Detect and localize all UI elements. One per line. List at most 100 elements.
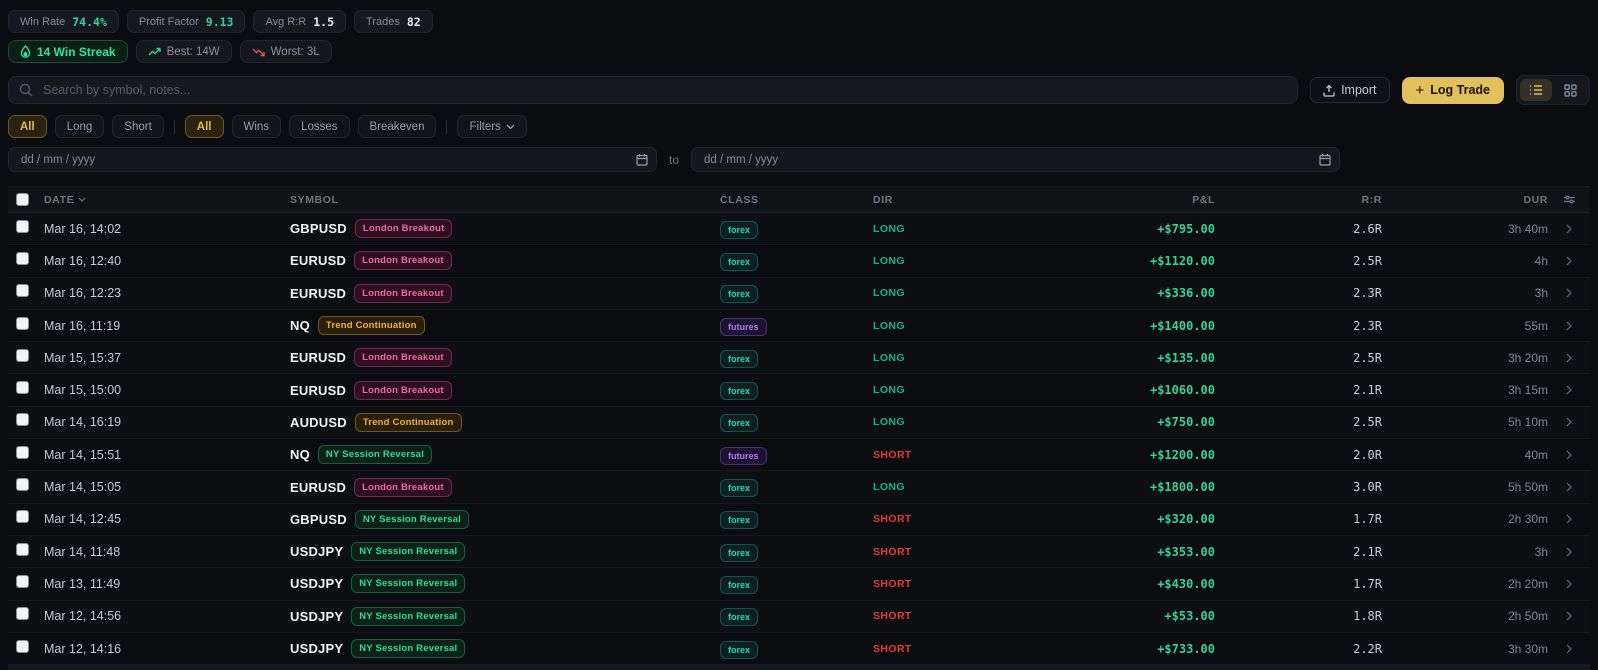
chevron-right-icon bbox=[1566, 353, 1572, 363]
trade-row[interactable]: Mar 14, 15:05 EURUSD London Breakout for… bbox=[8, 471, 1590, 503]
filter-outcome-wins[interactable]: Wins bbox=[232, 115, 282, 138]
stat-label: Profit Factor bbox=[139, 16, 199, 28]
filter-pill-label: Short bbox=[124, 121, 152, 133]
stat-chip: Profit Factor 9.13 bbox=[127, 10, 246, 33]
column-header-date[interactable]: DATE bbox=[44, 194, 290, 206]
import-button[interactable]: Import bbox=[1310, 77, 1389, 103]
row-checkbox[interactable] bbox=[16, 543, 29, 556]
log-trade-label: Log Trade bbox=[1430, 83, 1490, 97]
row-checkbox[interactable] bbox=[16, 575, 29, 588]
filter-pill-label: Long bbox=[67, 121, 93, 133]
row-checkbox[interactable] bbox=[16, 510, 29, 523]
trade-row[interactable]: Mar 14, 12:45 GBPUSD NY Session Reversal… bbox=[8, 504, 1590, 536]
trade-row[interactable]: Mar 16, 11:19 NQ Trend Continuation futu… bbox=[8, 310, 1590, 342]
asset-class-badge: forex bbox=[720, 414, 758, 432]
trade-pnl: +$750.00 bbox=[995, 415, 1215, 429]
filter-direction-all[interactable]: All bbox=[8, 115, 47, 138]
trade-direction: SHORT bbox=[873, 643, 995, 655]
asset-class-badge: forex bbox=[720, 641, 758, 659]
stat-label: Win Rate bbox=[20, 16, 65, 28]
row-checkbox[interactable] bbox=[16, 640, 29, 653]
trade-date: Mar 16, 11:19 bbox=[44, 319, 290, 333]
trade-rr: 2.6R bbox=[1215, 222, 1382, 236]
row-checkbox[interactable] bbox=[16, 349, 29, 362]
chevron-down-icon bbox=[506, 124, 515, 130]
column-header-class[interactable]: CLASS bbox=[720, 194, 873, 206]
sliders-icon[interactable] bbox=[1563, 194, 1576, 205]
trade-row[interactable]: Mar 15, 15:37 EURUSD London Breakout for… bbox=[8, 342, 1590, 374]
column-header-dur[interactable]: DUR bbox=[1382, 194, 1548, 206]
filters-row: All Long Short All Wins Losses Breakeven… bbox=[8, 115, 1590, 138]
trade-row[interactable]: Mar 16, 12:40 EURUSD London Breakout for… bbox=[8, 245, 1590, 277]
row-checkbox[interactable] bbox=[16, 284, 29, 297]
trade-row[interactable]: Mar 16, 14:02 GBPUSD London Breakout for… bbox=[8, 213, 1590, 245]
trade-row[interactable]: Mar 14, 11:48 USDJPY NY Session Reversal… bbox=[8, 536, 1590, 568]
date-to-input[interactable] bbox=[691, 147, 1340, 172]
list-icon bbox=[1529, 84, 1543, 96]
filter-outcome-all[interactable]: All bbox=[185, 115, 224, 138]
import-label: Import bbox=[1341, 83, 1376, 97]
chevron-right-icon bbox=[1566, 644, 1572, 654]
row-checkbox[interactable] bbox=[16, 413, 29, 426]
table-header: DATE SYMBOL CLASS DIR P&L R:R DUR bbox=[8, 186, 1590, 213]
trade-symbol: NQ bbox=[290, 447, 310, 462]
trade-symbol: GBPUSD bbox=[290, 221, 347, 236]
calendar-icon[interactable] bbox=[1319, 153, 1331, 171]
streak-chip: Worst: 3L bbox=[240, 40, 332, 63]
filter-outcome-losses[interactable]: Losses bbox=[289, 115, 349, 138]
select-all-cell bbox=[8, 193, 44, 206]
trade-rr: 2.5R bbox=[1215, 254, 1382, 268]
filters-dropdown-button[interactable]: Filters bbox=[457, 115, 526, 138]
filter-outcome-breakeven[interactable]: Breakeven bbox=[358, 115, 437, 138]
trade-row[interactable]: Mar 12, 14:56 USDJPY NY Session Reversal… bbox=[8, 601, 1590, 633]
trade-direction: LONG bbox=[873, 384, 995, 396]
column-header-symbol[interactable]: SYMBOL bbox=[290, 194, 720, 206]
trade-row[interactable]: Mar 16, 12:23 EURUSD London Breakout for… bbox=[8, 278, 1590, 310]
trade-rr: 1.8R bbox=[1215, 609, 1382, 623]
trade-row[interactable]: Mar 13, 11:49 USDJPY NY Session Reversal… bbox=[8, 568, 1590, 600]
date-to-wrap bbox=[691, 147, 1340, 172]
column-header-dir[interactable]: DIR bbox=[873, 194, 995, 206]
trade-row[interactable]: Mar 15, 15:00 EURUSD London Breakout for… bbox=[8, 374, 1590, 406]
select-all-checkbox[interactable] bbox=[16, 193, 29, 206]
trade-row[interactable]: Mar 14, 15:51 NQ NY Session Reversal fut… bbox=[8, 439, 1590, 471]
filter-separator bbox=[174, 120, 175, 134]
trend-down-icon bbox=[252, 47, 265, 57]
search-input[interactable] bbox=[8, 76, 1298, 104]
row-checkbox[interactable] bbox=[16, 381, 29, 394]
column-header-pnl[interactable]: P&L bbox=[995, 194, 1215, 206]
log-trade-button[interactable]: + Log Trade bbox=[1402, 77, 1505, 104]
trade-date: Mar 15, 15:00 bbox=[44, 383, 290, 397]
filter-direction-short[interactable]: Short bbox=[112, 115, 164, 138]
row-checkbox[interactable] bbox=[16, 252, 29, 265]
trade-pnl: +$135.00 bbox=[995, 351, 1215, 365]
chevron-right-icon bbox=[1566, 321, 1572, 331]
trade-rr: 1.7R bbox=[1215, 577, 1382, 591]
filter-direction-long[interactable]: Long bbox=[55, 115, 105, 138]
trade-duration: 3h 15m bbox=[1382, 383, 1548, 397]
calendar-icon[interactable] bbox=[636, 153, 648, 171]
date-from-input[interactable] bbox=[8, 147, 657, 172]
grid-view-button[interactable] bbox=[1554, 79, 1586, 101]
trade-duration: 3h 30m bbox=[1382, 642, 1548, 656]
row-checkbox[interactable] bbox=[16, 478, 29, 491]
strategy-badge: London Breakout bbox=[354, 348, 452, 367]
row-checkbox[interactable] bbox=[16, 446, 29, 459]
row-checkbox[interactable] bbox=[16, 607, 29, 620]
sort-chevron-down-icon bbox=[78, 197, 86, 202]
trade-rr: 2.3R bbox=[1215, 286, 1382, 300]
trade-direction: LONG bbox=[873, 416, 995, 428]
column-header-rr[interactable]: R:R bbox=[1215, 194, 1382, 206]
streaks-row: 14 Win Streak Best: 14W Worst: 3L bbox=[8, 40, 1590, 63]
streak-chip: Best: 14W bbox=[136, 40, 232, 63]
trade-row[interactable]: Mar 14, 16:19 AUDUSD Trend Continuation … bbox=[8, 407, 1590, 439]
asset-class-badge: forex bbox=[720, 382, 758, 400]
row-checkbox[interactable] bbox=[16, 317, 29, 330]
trade-symbol: EURUSD bbox=[290, 253, 346, 268]
row-checkbox[interactable] bbox=[16, 220, 29, 233]
list-view-button[interactable] bbox=[1520, 79, 1552, 101]
direction-filter-group: All Long Short bbox=[8, 115, 164, 138]
trade-row[interactable]: Mar 12, 14:16 USDJPY NY Session Reversal… bbox=[8, 633, 1590, 665]
chevron-right-icon bbox=[1566, 482, 1572, 492]
view-toggle bbox=[1516, 75, 1590, 105]
